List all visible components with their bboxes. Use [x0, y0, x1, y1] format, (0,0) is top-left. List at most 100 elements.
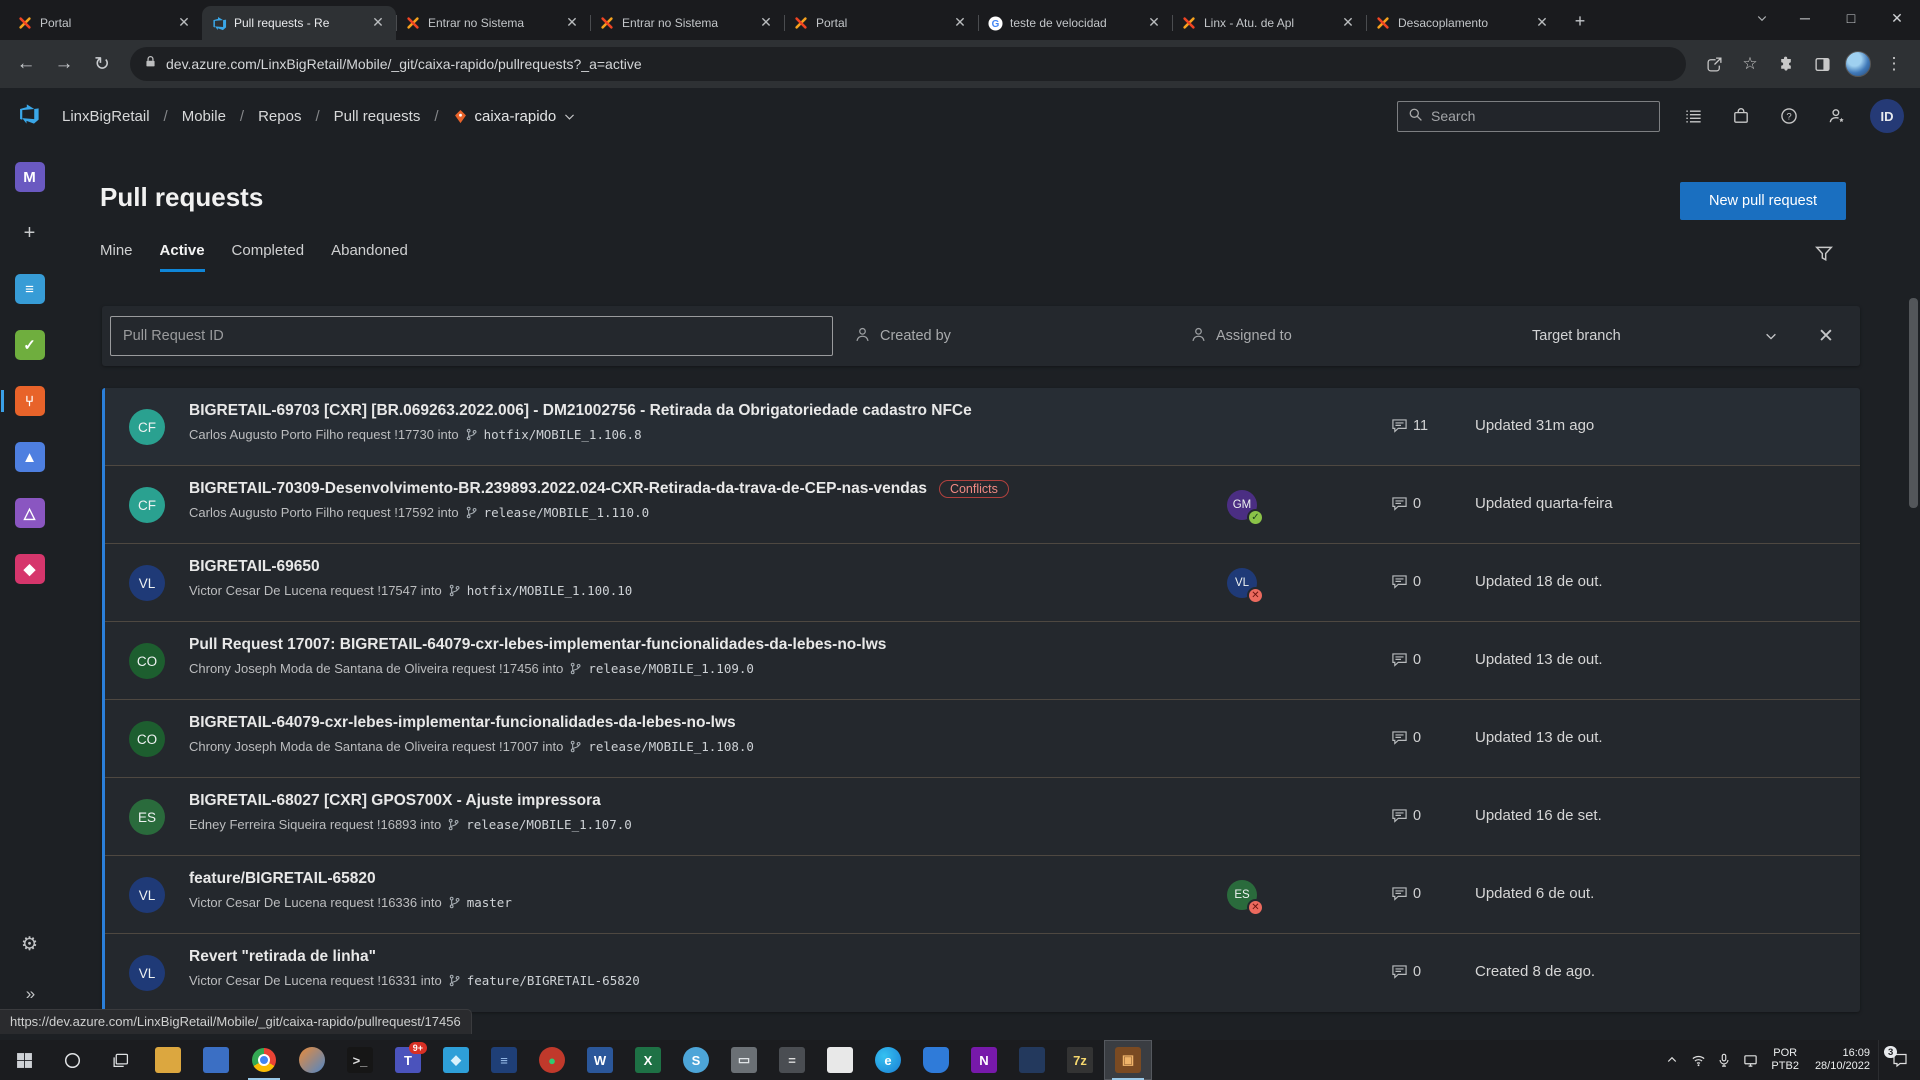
taskbar-word-icon[interactable]: W	[576, 1040, 624, 1080]
pr-title[interactable]: BIGRETAIL-68027 [CXR] GPOS700X - Ajuste …	[189, 792, 601, 810]
tab-close-icon[interactable]: ✕	[951, 14, 969, 32]
taskbar-chrome-icon[interactable]	[240, 1040, 288, 1080]
breadcrumb-repos[interactable]: Repos	[258, 108, 301, 125]
target-branch-filter[interactable]: Target branch	[1532, 306, 1621, 366]
marketplace-bag-icon[interactable]	[1726, 101, 1756, 131]
taskbar-blue-monitor-app-icon[interactable]	[192, 1040, 240, 1080]
new-tab-button[interactable]: +	[1566, 8, 1594, 36]
new-pull-request-button[interactable]: New pull request	[1680, 182, 1846, 220]
pr-title[interactable]: BIGRETAIL-69650	[189, 558, 320, 576]
help-icon[interactable]: ?	[1774, 101, 1804, 131]
pull-request-row[interactable]: VL feature/BIGRETAIL-65820 Victor Cesar …	[105, 856, 1860, 934]
taskbar-terminal-icon[interactable]: >_	[336, 1040, 384, 1080]
side-panel-icon[interactable]	[1806, 48, 1838, 80]
taskbar-teams-icon[interactable]: T9+	[384, 1040, 432, 1080]
page-scrollbar[interactable]	[1909, 298, 1918, 698]
browser-tab-linx-atu-de-apl[interactable]: Linx - Atu. de Apl ✕	[1172, 6, 1366, 40]
tab-close-icon[interactable]: ✕	[1145, 14, 1163, 32]
header-search-input[interactable]: Search	[1397, 101, 1660, 132]
microphone-icon[interactable]	[1711, 1040, 1737, 1080]
clear-filters-icon[interactable]: ✕	[1818, 306, 1834, 366]
user-avatar[interactable]: ID	[1870, 99, 1904, 133]
taskbar-store-app-icon[interactable]: ≡	[480, 1040, 528, 1080]
task-list-icon[interactable]	[1678, 101, 1708, 131]
rail-item-pipelines[interactable]: ▲	[15, 442, 45, 472]
extensions-puzzle-icon[interactable]	[1770, 48, 1802, 80]
assigned-to-filter[interactable]: Assigned to	[1190, 306, 1292, 366]
taskbar-onenote-app-icon[interactable]: N	[960, 1040, 1008, 1080]
taskbar-image-viewer-icon[interactable]: ▣	[1104, 1040, 1152, 1080]
rail-item-work-done[interactable]: ✓	[15, 330, 45, 360]
target-branch-link[interactable]: release/MOBILE_1.107.0	[466, 817, 632, 832]
tab-close-icon[interactable]: ✕	[563, 14, 581, 32]
browser-tab-entrar-no-sistema[interactable]: Entrar no Sistema ✕	[396, 6, 590, 40]
created-by-filter[interactable]: Created by	[854, 306, 951, 366]
taskbar-file-explorer-icon[interactable]	[144, 1040, 192, 1080]
forward-button[interactable]: →	[48, 48, 80, 80]
reload-button[interactable]: ↻	[86, 48, 118, 80]
settings-gear-icon[interactable]: ⚙	[0, 933, 59, 956]
tab-close-icon[interactable]: ✕	[757, 14, 775, 32]
breadcrumb-mobile[interactable]: Mobile	[182, 108, 226, 125]
display-icon[interactable]	[1737, 1040, 1763, 1080]
pull-request-id-input[interactable]	[110, 316, 833, 356]
tab-close-icon[interactable]: ✕	[369, 14, 387, 32]
taskbar-diamond-app-icon[interactable]	[288, 1040, 336, 1080]
tab-active[interactable]: Active	[160, 242, 205, 272]
filter-funnel-icon[interactable]	[1815, 244, 1833, 267]
browser-tab-teste-de-velocidad[interactable]: G teste de velocidad ✕	[978, 6, 1172, 40]
breadcrumb-linxbigretail[interactable]: LinxBigRetail	[62, 108, 150, 125]
tab-close-icon[interactable]: ✕	[1339, 14, 1357, 32]
browser-menu-kebab-icon[interactable]: ⋮	[1878, 48, 1910, 80]
browser-tab-portal[interactable]: Portal ✕	[8, 6, 202, 40]
tab-close-icon[interactable]: ✕	[175, 14, 193, 32]
pr-title[interactable]: BIGRETAIL-69703 [CXR] [BR.069263.2022.00…	[189, 402, 972, 420]
action-center-icon[interactable]: 3	[1878, 1040, 1920, 1080]
tab-search-chevron-icon[interactable]	[1742, 0, 1782, 36]
target-branch-link[interactable]: release/MOBILE_1.109.0	[588, 661, 754, 676]
task-view-button[interactable]	[96, 1040, 144, 1080]
close-button[interactable]: ✕	[1874, 0, 1920, 36]
network-icon[interactable]	[1685, 1040, 1711, 1080]
taskbar-excel-icon[interactable]: X	[624, 1040, 672, 1080]
tab-abandoned[interactable]: Abandoned	[331, 242, 408, 272]
rail-item-boards[interactable]: ≡	[15, 274, 45, 304]
tab-close-icon[interactable]: ✕	[1533, 14, 1551, 32]
taskbar-skype-app-icon[interactable]: S	[672, 1040, 720, 1080]
taskbar-remote-desktop-icon[interactable]: ▭	[720, 1040, 768, 1080]
pull-request-row[interactable]: VL Revert "retirada de linha" Victor Ces…	[105, 934, 1860, 1012]
language-indicator[interactable]: POR PTB2	[1763, 1040, 1807, 1080]
taskbar-red-green-app-icon[interactable]: ●	[528, 1040, 576, 1080]
pr-title[interactable]: BIGRETAIL-64079-cxr-lebes-implementar-fu…	[189, 714, 736, 732]
pull-request-row[interactable]: VL BIGRETAIL-69650 Victor Cesar De Lucen…	[105, 544, 1860, 622]
rail-item-test-plans[interactable]: △	[15, 498, 45, 528]
pull-request-row[interactable]: ES BIGRETAIL-68027 [CXR] GPOS700X - Ajus…	[105, 778, 1860, 856]
tab-completed[interactable]: Completed	[232, 242, 305, 272]
browser-profile-avatar[interactable]	[1842, 48, 1874, 80]
expand-rail-icon[interactable]: »	[0, 984, 59, 1004]
target-branch-link[interactable]: master	[467, 895, 512, 910]
browser-tab-pull-requests-re[interactable]: Pull requests - Re ✕	[202, 6, 396, 40]
target-branch-link[interactable]: feature/BIGRETAIL-65820	[467, 973, 640, 988]
browser-tab-desacoplamento[interactable]: Desacoplamento ✕	[1366, 6, 1560, 40]
breadcrumb-pull-requests[interactable]: Pull requests	[334, 108, 421, 125]
pr-title[interactable]: feature/BIGRETAIL-65820	[189, 870, 376, 888]
rail-item-add-item[interactable]: +	[15, 218, 45, 248]
target-branch-link[interactable]: release/MOBILE_1.108.0	[588, 739, 754, 754]
pull-request-row[interactable]: CO BIGRETAIL-64079-cxr-lebes-implementar…	[105, 700, 1860, 778]
taskbar-edge-icon[interactable]: e	[864, 1040, 912, 1080]
bookmark-star-icon[interactable]: ☆	[1734, 48, 1766, 80]
target-branch-link[interactable]: hotfix/MOBILE_1.100.10	[467, 583, 633, 598]
repo-selector[interactable]: caixa-rapido	[453, 108, 577, 125]
start-button[interactable]	[0, 1040, 48, 1080]
pr-title[interactable]: Pull Request 17007: BIGRETAIL-64079-cxr-…	[189, 636, 886, 654]
maximize-button[interactable]: □	[1828, 0, 1874, 36]
minimize-button[interactable]: ─	[1782, 0, 1828, 36]
cortana-search-button[interactable]	[48, 1040, 96, 1080]
pr-title[interactable]: BIGRETAIL-70309-Desenvolvimento-BR.23989…	[189, 480, 927, 498]
target-branch-link[interactable]: hotfix/MOBILE_1.106.8	[484, 427, 642, 442]
clock[interactable]: 16:09 28/10/2022	[1807, 1040, 1878, 1080]
rail-item-project-avatar[interactable]: M	[15, 162, 45, 192]
taskbar-dark-blue-app-icon[interactable]	[1008, 1040, 1056, 1080]
target-branch-link[interactable]: release/MOBILE_1.110.0	[484, 505, 650, 520]
